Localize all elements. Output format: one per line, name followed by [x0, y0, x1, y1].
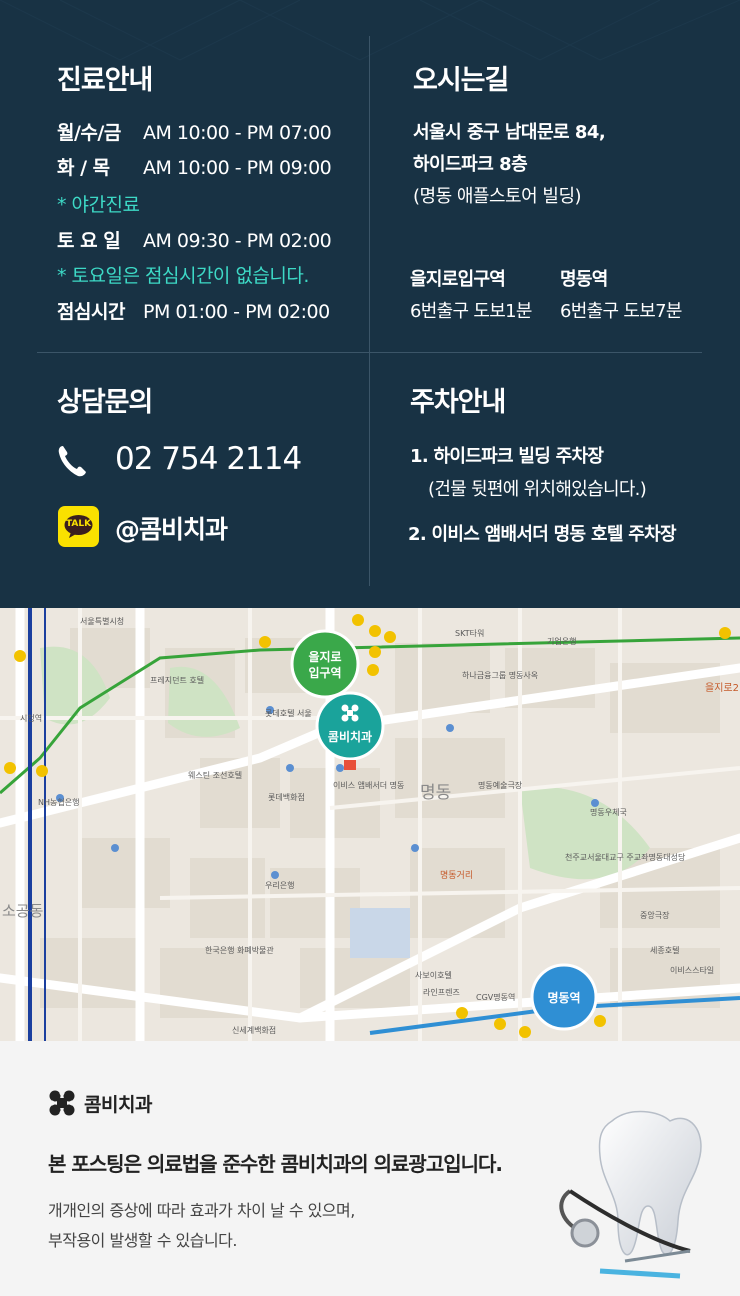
- hours-row-label: 월/수/금: [57, 122, 121, 144]
- map-label-lotte-dept: 롯데백화점: [268, 792, 305, 802]
- address-line-1: 서울시 중구 남대문로 84,: [413, 122, 606, 143]
- phone-icon: [58, 446, 86, 477]
- hours-row-tue-thu: 화 / 목 AM 10:00 - PM 09:00: [57, 153, 332, 180]
- hours-row-lunch: 점심시간 PM 01:00 - PM 02:00: [57, 297, 330, 324]
- map-label-line-friends: 라인프렌즈: [423, 987, 460, 997]
- clinic-marker-label: 콤비치과: [328, 729, 372, 744]
- station-name-euljiro: 을지로입구역: [410, 269, 506, 290]
- map-label-euljiro: 을지로2: [705, 682, 739, 694]
- map-label-westin: 웨스틴 조선호텔: [188, 770, 242, 780]
- map-label-nh: NH농협은행: [38, 797, 79, 807]
- map-label-cathedral: 천주교서울대교구 주교좌명동대성당: [565, 852, 686, 862]
- disclaimer-line-1: 개개인의 증상에 따라 효과가 차이 날 수 있으며,: [48, 1201, 355, 1220]
- map-label-woori-bank: 우리은행: [265, 880, 294, 890]
- vertical-divider: [369, 36, 370, 586]
- hours-row-time: AM 10:00 - PM 07:00: [143, 122, 332, 144]
- map-label-theater: 명동예술극장: [478, 780, 523, 790]
- parking-item-2: 2. 이비스 앰배서더 명동 호텔 주차장: [408, 524, 677, 545]
- map-label-skt: SKT타워: [455, 629, 484, 638]
- map-label-myeongdong: 명동: [420, 783, 451, 803]
- parking-item-1: 1. 하이드파크 빌딩 주차장: [410, 446, 604, 467]
- hours-row-time: AM 10:00 - PM 09:00: [143, 157, 332, 179]
- map-label-seoul-metro: 서울특별시청: [80, 616, 124, 626]
- combi-logo-icon: [49, 1090, 75, 1116]
- map-label-sogong: 소공동: [2, 902, 44, 920]
- footer-brand-name: 콤비치과: [84, 1093, 152, 1116]
- map-label-central-theater: 중앙극장: [640, 910, 670, 920]
- kakao-badge-text: TALK: [65, 519, 92, 529]
- clinic-info-panel: 진료안내 월/수/금 AM 10:00 - PM 07:00 화 / 목 AM 10…: [0, 0, 740, 608]
- hours-title: 진료안내: [57, 65, 153, 96]
- night-care-note: * 야간진료: [57, 194, 140, 216]
- station-exit-euljiro: 6번출구 도보1분: [410, 301, 532, 322]
- map-label-hanaro: 하나금융그룹 명동사옥: [462, 670, 538, 680]
- hours-row-label: 토 요 일: [57, 230, 121, 252]
- contact-title: 상담문의: [57, 387, 153, 418]
- hours-row-label: 점심시간: [57, 301, 125, 323]
- map-label-city-hall: 시청역: [20, 713, 42, 723]
- map-canvas: 시청역 명동 명동거리 소공동 롯데호텔 서울 롯데백화점 하나금융그룹 명동사…: [0, 608, 740, 1041]
- map-label-sejong: 세종호텔: [650, 946, 679, 955]
- hours-row-mon-wed-fri: 월/수/금 AM 10:00 - PM 07:00: [57, 118, 332, 145]
- location-map[interactable]: 시청역 명동 명동거리 소공동 롯데호텔 서울 롯데백화점 하나금융그룹 명동사…: [0, 608, 740, 1041]
- station-name-myeongdong: 명동역: [560, 269, 608, 290]
- hours-row-saturday: 토 요 일 AM 09:30 - PM 02:00: [57, 226, 332, 253]
- euljiro-marker-line1: 을지로: [308, 649, 341, 664]
- footer-disclaimer: 콤비치과 본 포스팅은 의료법을 준수한 콤비치과의 의료광고입니다. 개개인의…: [0, 1041, 740, 1296]
- phone-number[interactable]: 02 754 2114: [115, 441, 302, 477]
- disclaimer-main: 본 포스팅은 의료법을 준수한 콤비치과의 의료광고입니다.: [48, 1152, 503, 1176]
- disclaimer-line-2: 부작용이 발생할 수 있습니다.: [48, 1231, 237, 1250]
- footer-brand: 콤비치과: [48, 1089, 152, 1117]
- map-label-lotte-hotel: 롯데호텔 서울: [265, 709, 312, 718]
- map-label-kiup: 기업은행: [547, 636, 576, 646]
- tooth-stethoscope-image: [559, 1110, 702, 1279]
- hours-row-time: PM 01:00 - PM 02:00: [143, 301, 330, 323]
- hours-row-label: 화 / 목: [57, 157, 110, 179]
- building-highlight: [350, 908, 410, 958]
- euljiro-station-marker[interactable]: 을지로 입구역: [290, 629, 360, 699]
- kakaotalk-icon[interactable]: TALK: [58, 506, 99, 547]
- map-label-shinsegae: 신세계백화점: [232, 1025, 276, 1035]
- hours-row-time: AM 09:30 - PM 02:00: [143, 230, 332, 252]
- station-exit-myeongdong: 6번출구 도보7분: [560, 301, 682, 322]
- kakao-id[interactable]: @콤비치과: [115, 510, 228, 546]
- euljiro-marker-line2: 입구역: [308, 665, 341, 680]
- myeongdong-marker-label: 명동역: [547, 990, 580, 1005]
- map-label-savoy: 사보이호텔: [415, 970, 452, 980]
- myeongdong-station-marker[interactable]: 명동역: [530, 963, 598, 1031]
- map-label-bank-of-korea: 한국은행 화폐박물관: [205, 945, 274, 955]
- map-label-ibis-style: 이비스스타일: [670, 965, 714, 975]
- address-line-3: (명동 애플스토어 빌딩): [413, 186, 582, 207]
- map-label-cgv: CGV명동역: [476, 992, 515, 1002]
- address-line-2: 하이드파크 8층: [413, 154, 528, 175]
- map-label-ibis: 이비스 앰배서더 명동: [333, 780, 404, 790]
- parking-item-1-note: (건물 뒷편에 위치해있습니다.): [428, 479, 647, 500]
- map-label-post: 명동우체국: [590, 807, 627, 817]
- parking-title: 주차안내: [410, 387, 506, 418]
- saturday-note: * 토요일은 점심시간이 없습니다.: [57, 265, 309, 287]
- map-label-myeongdong-street: 명동거리: [440, 870, 473, 881]
- horizontal-divider: [37, 352, 702, 353]
- directions-title: 오시는길: [413, 65, 509, 96]
- map-label-plaza: 프레지던트 호텔: [150, 675, 204, 685]
